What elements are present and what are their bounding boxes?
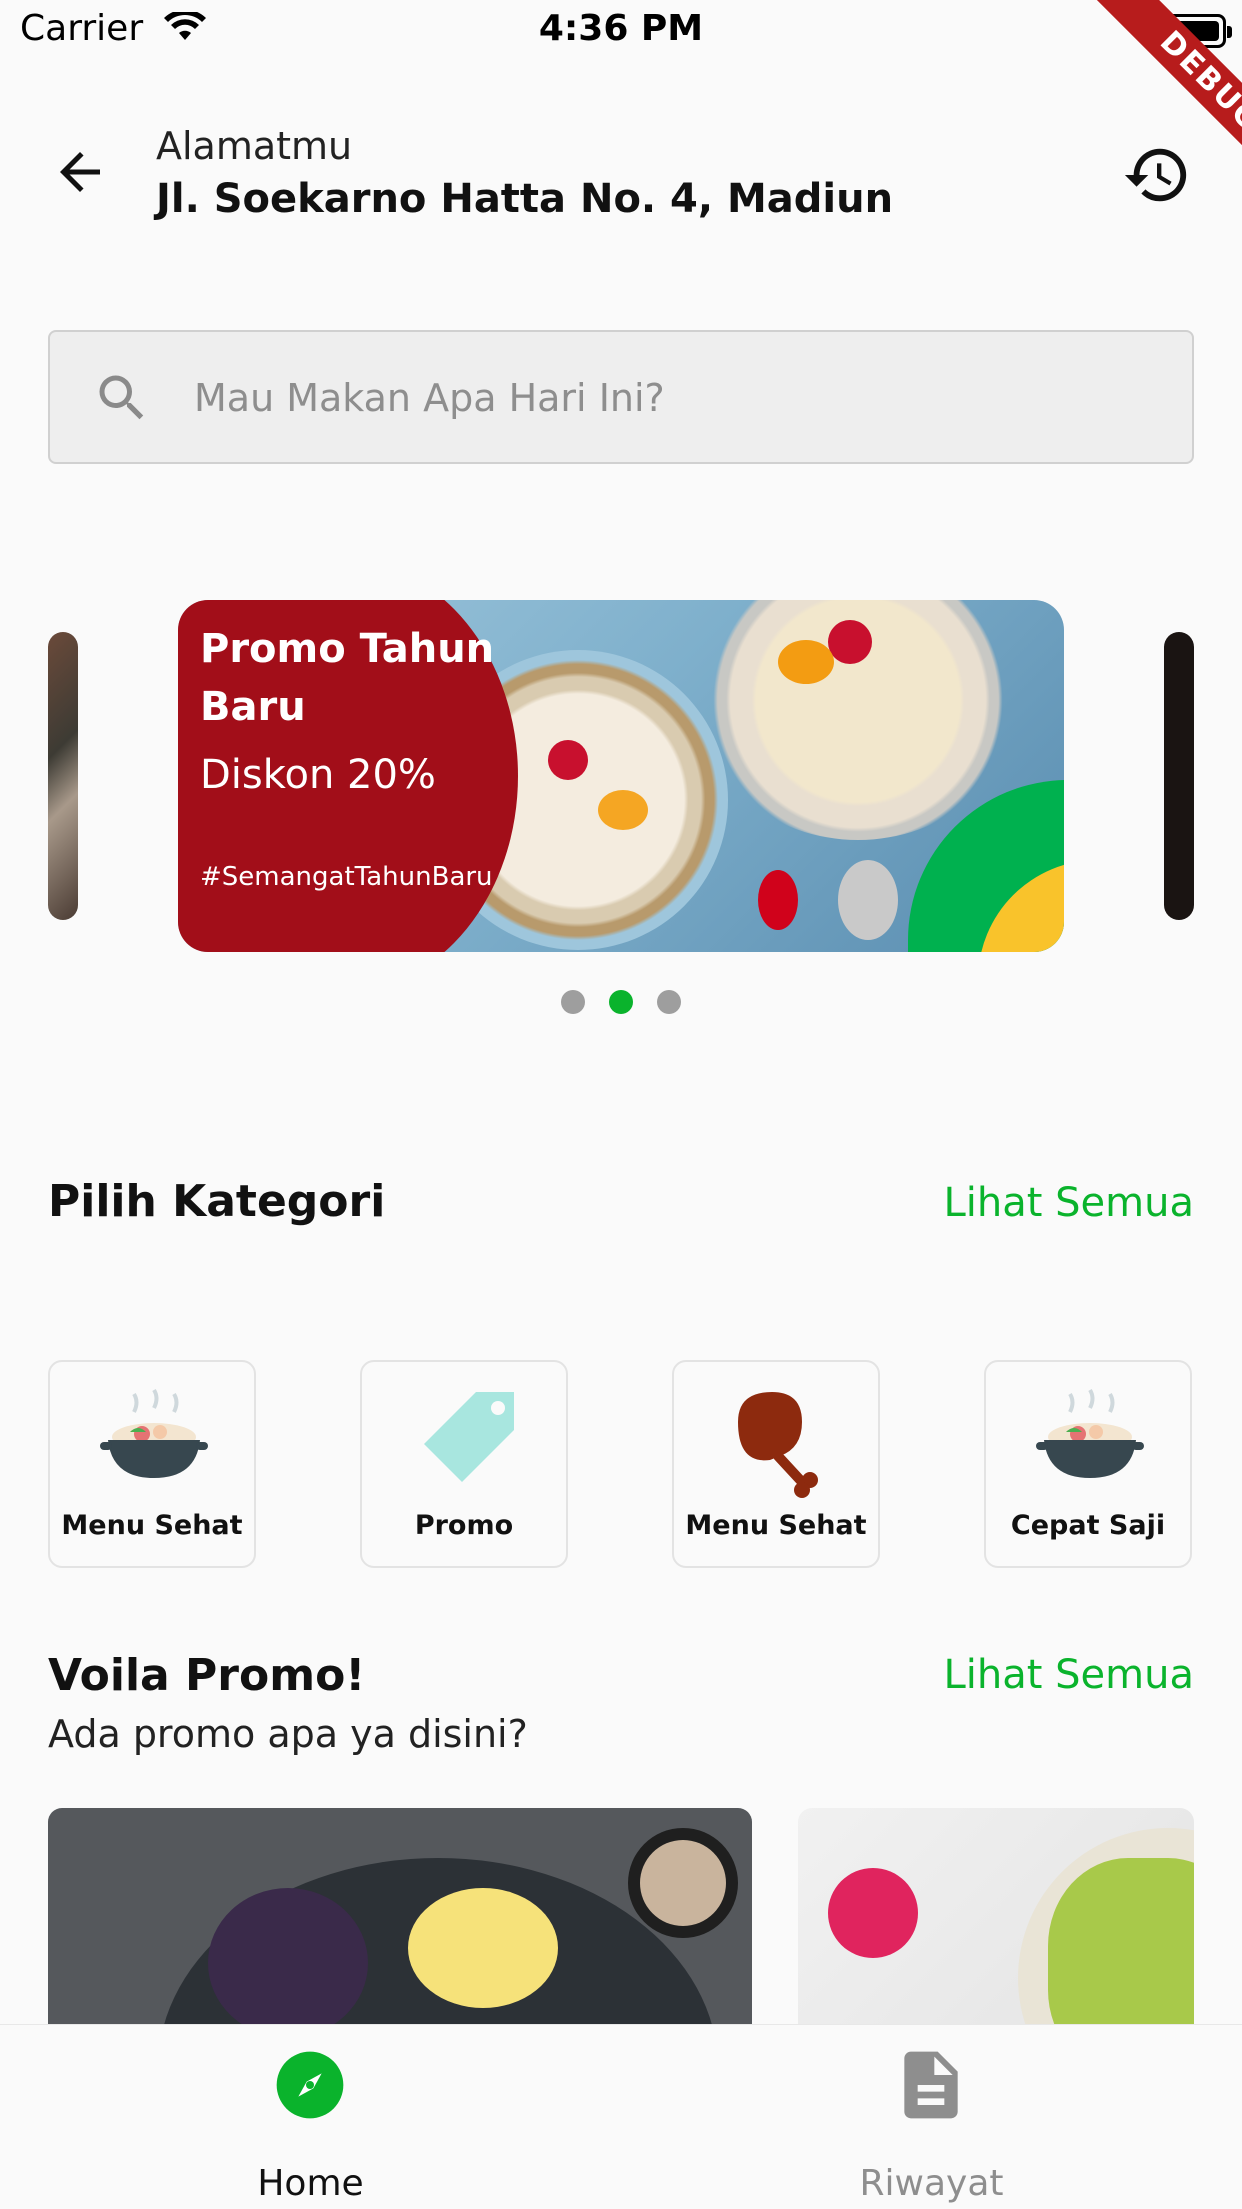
category-label: Cepat Saji bbox=[1010, 1510, 1166, 1541]
arrow-left-icon bbox=[60, 152, 100, 192]
egg-image bbox=[408, 1888, 558, 2008]
search-input[interactable] bbox=[192, 362, 1156, 434]
coffee-image bbox=[640, 1840, 726, 1926]
carousel-slide-next[interactable] bbox=[1164, 632, 1194, 920]
address-label: Alamatmu bbox=[156, 124, 353, 168]
grapes-image bbox=[208, 1888, 368, 2038]
category-label: Menu Sehat bbox=[685, 1510, 867, 1541]
carousel-dot-active[interactable] bbox=[609, 990, 633, 1014]
history-icon bbox=[1124, 148, 1187, 202]
carousel-slide-previous[interactable] bbox=[48, 632, 78, 920]
banner-title: Promo Tahun Baru bbox=[200, 626, 495, 730]
back-button[interactable] bbox=[50, 142, 120, 202]
nav-item-home[interactable]: Home bbox=[0, 2025, 621, 2209]
status-time: 4:36 PM bbox=[538, 8, 704, 49]
radish-image bbox=[828, 1868, 918, 1958]
fruit-image bbox=[758, 870, 798, 930]
category-label: Promo bbox=[414, 1510, 514, 1541]
category-label: Menu Sehat bbox=[61, 1510, 243, 1541]
banner-hashtag: #SemangatTahunBaru bbox=[200, 862, 493, 892]
categories-title: Pilih Kategori bbox=[48, 1176, 386, 1227]
banner-discount: Diskon 20% bbox=[200, 752, 436, 798]
category-card-menu-sehat-2[interactable]: Menu Sehat bbox=[672, 1360, 880, 1568]
carousel-dot[interactable] bbox=[561, 990, 585, 1014]
price-tag-icon bbox=[424, 1392, 514, 1482]
spoon-image bbox=[838, 860, 898, 940]
promo-banner[interactable]: Promo Tahun Baru Diskon 20% #SemangatTah… bbox=[178, 600, 1064, 952]
search-bar[interactable] bbox=[48, 330, 1194, 464]
address-value[interactable]: Jl. Soekarno Hatta No. 4, Madiun bbox=[156, 176, 893, 222]
cooking-pot-icon bbox=[1036, 1388, 1144, 1478]
category-card-cepat-saji[interactable]: Cepat Saji bbox=[984, 1360, 1192, 1568]
category-card-promo[interactable]: Promo bbox=[360, 1360, 568, 1568]
fruit-image bbox=[598, 790, 648, 830]
fruit-image bbox=[828, 620, 872, 664]
nav-label-home: Home bbox=[257, 2163, 364, 2204]
fruit-image bbox=[778, 640, 834, 684]
chicken-leg-icon bbox=[738, 1392, 818, 1498]
carousel-dot[interactable] bbox=[657, 990, 681, 1014]
cooking-pot-icon bbox=[100, 1388, 208, 1478]
nav-label-riwayat: Riwayat bbox=[859, 2163, 1004, 2204]
fruit-image bbox=[548, 740, 588, 780]
nav-item-riwayat[interactable]: Riwayat bbox=[621, 2025, 1242, 2209]
category-card-menu-sehat[interactable]: Menu Sehat bbox=[48, 1360, 256, 1568]
bottom-navigation: Home Riwayat bbox=[0, 2024, 1242, 2209]
promo-see-all-link[interactable]: Lihat Semua bbox=[944, 1652, 1195, 1698]
search-icon bbox=[99, 375, 144, 420]
promo-section-title: Voila Promo! bbox=[48, 1650, 366, 1701]
carousel-indicator bbox=[0, 990, 1242, 1014]
compass-icon bbox=[276, 2051, 344, 2119]
history-button[interactable] bbox=[1122, 140, 1192, 210]
promo-section-subtitle: Ada promo apa ya disini? bbox=[48, 1712, 528, 1756]
document-icon bbox=[904, 2051, 958, 2119]
categories-see-all-link[interactable]: Lihat Semua bbox=[944, 1180, 1195, 1226]
